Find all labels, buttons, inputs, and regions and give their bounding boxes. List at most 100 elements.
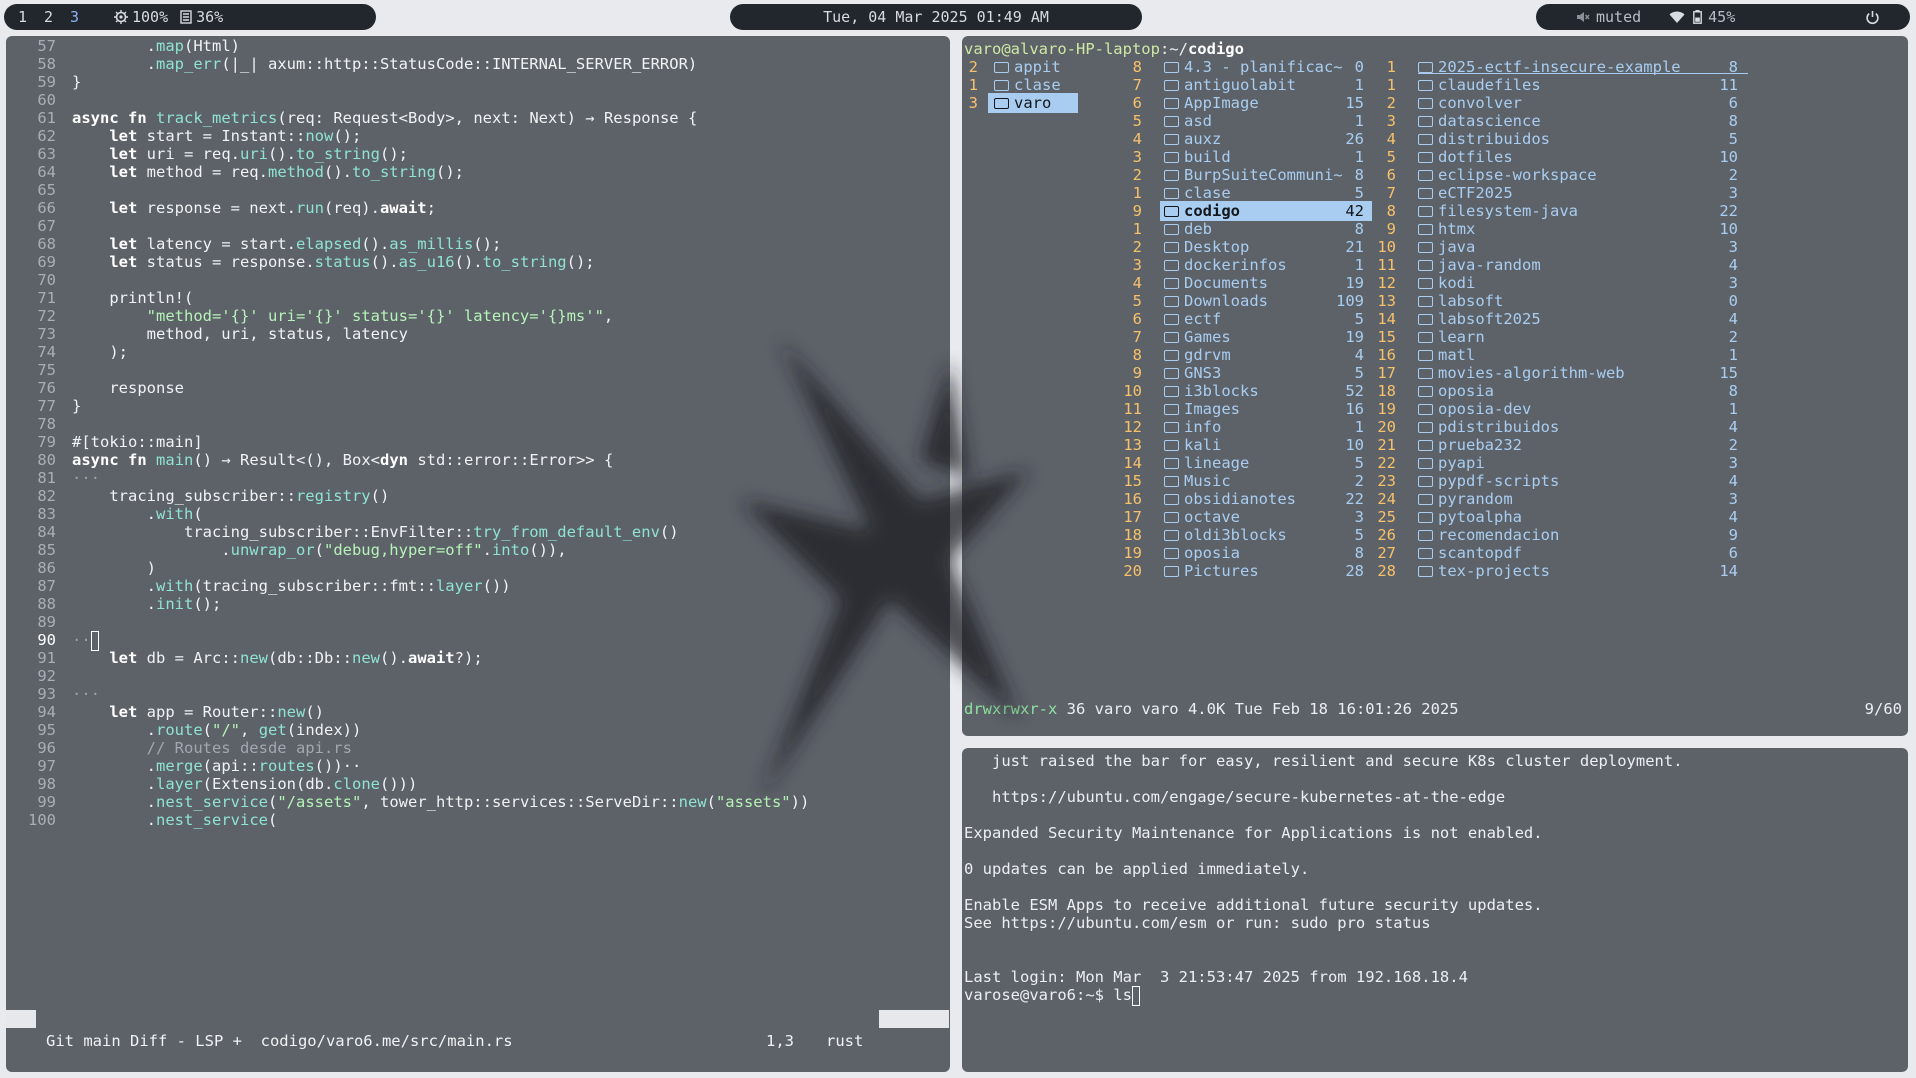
fm-status-info: 36 varo varo 4.0K Tue Feb 18 16:01:26 20…: [1057, 700, 1459, 718]
folder-icon: [1418, 134, 1433, 145]
terminal-command[interactable]: ls: [1113, 986, 1132, 1004]
folder-icon: [1418, 512, 1433, 523]
folder-icon: [1164, 98, 1179, 109]
fm-status-perms: drwxrwxr-x: [964, 700, 1058, 718]
folder-icon: [1418, 260, 1433, 271]
folder-icon: [1164, 548, 1179, 559]
terminal-prompt-line[interactable]: varose@varo6:~$ ls: [964, 984, 1140, 1006]
folder-icon: [1418, 116, 1433, 127]
folder-icon: [1418, 278, 1433, 289]
folder-icon: [1164, 386, 1179, 397]
mute-icon: [1577, 12, 1590, 22]
workspace-1[interactable]: 1: [18, 8, 44, 26]
folder-icon: [1164, 278, 1179, 289]
editor-pane[interactable]: 57 .map(Html) 58 .map_err(|_| axum::http:…: [6, 36, 950, 1072]
folder-icon: [1418, 62, 1433, 73]
code-text: );: [72, 343, 128, 361]
folder-icon: [1418, 404, 1433, 415]
statusline-right-block: [879, 1010, 949, 1028]
folder-icon: [1164, 530, 1179, 541]
terminal-cursor: [1131, 985, 1140, 1006]
workspace-2[interactable]: 2: [44, 8, 70, 26]
power-icon: [1866, 10, 1879, 24]
folder-icon: [1418, 332, 1433, 343]
folder-icon: [1164, 566, 1179, 577]
file-manager-pane[interactable]: varo@alvaro-HP-laptop:~/codigo 2 appit 1 cl…: [962, 36, 1908, 736]
code-text: }: [72, 73, 82, 91]
code-text: }: [72, 397, 82, 415]
cpu-icon: [114, 10, 128, 24]
folder-icon: [1418, 566, 1433, 577]
folder-icon: [1164, 332, 1179, 343]
folder-icon: [1164, 260, 1179, 271]
folder-icon: [1164, 116, 1179, 127]
workspace-bar: 1 2 3 100% 36%: [4, 4, 376, 30]
fm-item-count: 14: [1719, 562, 1738, 580]
fm-preview-item[interactable]: tex-projects: [1418, 560, 1550, 582]
code-text: response: [72, 379, 184, 397]
folder-icon: [1418, 224, 1433, 235]
cursor-position: 1,3: [766, 1032, 794, 1050]
fm-item-count: 28: [1345, 562, 1364, 580]
clock: Tue, 04 Mar 2025 01:49 AM: [730, 4, 1142, 30]
volume-status[interactable]: muted: [1576, 8, 1641, 26]
code-line[interactable]: 64 let method = req.method().to_string()…: [6, 161, 464, 183]
fm-dir-item[interactable]: Pictures: [1164, 560, 1259, 582]
fm-item-number: 28: [1377, 562, 1396, 580]
code-line[interactable]: 91 let db = Arc::new(db::Db::new().await…: [6, 647, 482, 669]
memory-stat: 36%: [180, 8, 223, 26]
code-text: async fn main() → Result<(), Box<dyn std…: [72, 451, 614, 469]
folder-icon: [1164, 134, 1179, 145]
fm-item-number: 20: [1123, 562, 1142, 580]
folder-icon: [1418, 314, 1433, 325]
folder-icon: [1418, 242, 1433, 253]
folder-icon: [1418, 368, 1433, 379]
code-text: .map_err(|_| axum::http::StatusCode::INT…: [72, 55, 698, 73]
folder-icon: [1418, 386, 1433, 397]
folder-icon: [1418, 350, 1433, 361]
filetype-label: rust: [826, 1032, 864, 1050]
folder-icon: [1418, 296, 1433, 307]
folder-icon: [1164, 170, 1179, 181]
code-line[interactable]: 58 .map_err(|_| axum::http::StatusCode::…: [6, 53, 697, 75]
folder-icon: [1164, 350, 1179, 361]
code-line[interactable]: 69 let status = response.status().as_u16…: [6, 251, 594, 273]
folder-icon: [1164, 422, 1179, 433]
wifi-icon: [1669, 11, 1685, 23]
terminal-line: See https://ubuntu.com/esm or run: sudo …: [964, 914, 1431, 932]
folder-icon: [1164, 404, 1179, 415]
fm-status: drwxrwxr-x 36 varo varo 4.0K Tue Feb 18 …: [964, 698, 1459, 720]
folder-icon: [1418, 494, 1433, 505]
battery-text: 45%: [1708, 8, 1736, 26]
editor-statusline: Git main Diff - LSP + codigo/varo6.me/sr…: [6, 1008, 950, 1050]
folder-icon: [1418, 98, 1433, 109]
fm-parent-item[interactable]: varo: [994, 92, 1051, 114]
workspace-3[interactable]: 3: [70, 8, 96, 26]
folder-icon: [1418, 530, 1433, 541]
line-number: 100: [28, 811, 56, 829]
fm-item-number: 3: [968, 94, 978, 112]
mode-indicator: [6, 1010, 36, 1028]
folder-icon: [1164, 80, 1179, 91]
terminal-line: Expanded Security Maintenance for Applic…: [964, 824, 1543, 842]
folder-icon: [1418, 170, 1433, 181]
terminal-pane[interactable]: just raised the bar for easy, resilient …: [962, 748, 1908, 1072]
network-status[interactable]: [1669, 11, 1685, 24]
memory-icon: [180, 10, 192, 24]
folder-icon: [1164, 242, 1179, 253]
fm-status-position: 9/60: [1864, 700, 1902, 718]
status-bar: muted 45%: [1536, 4, 1910, 30]
battery-status[interactable]: 45%: [1693, 8, 1735, 26]
folder-icon: [1164, 476, 1179, 487]
folder-icon: [994, 98, 1009, 109]
folder-icon: [1418, 206, 1433, 217]
folder-icon: [1164, 152, 1179, 163]
terminal-line: just raised the bar for easy, resilient …: [964, 752, 1683, 770]
clock-text: Tue, 04 Mar 2025 01:49 AM: [823, 8, 1049, 26]
power-button[interactable]: [1865, 10, 1880, 25]
folder-icon: [1164, 296, 1179, 307]
terminal-line: 0 updates can be applied immediately.: [964, 860, 1310, 878]
folder-icon: [1418, 152, 1433, 163]
code-line[interactable]: 100 .nest_service(: [6, 809, 277, 831]
folder-icon: [1164, 206, 1179, 217]
